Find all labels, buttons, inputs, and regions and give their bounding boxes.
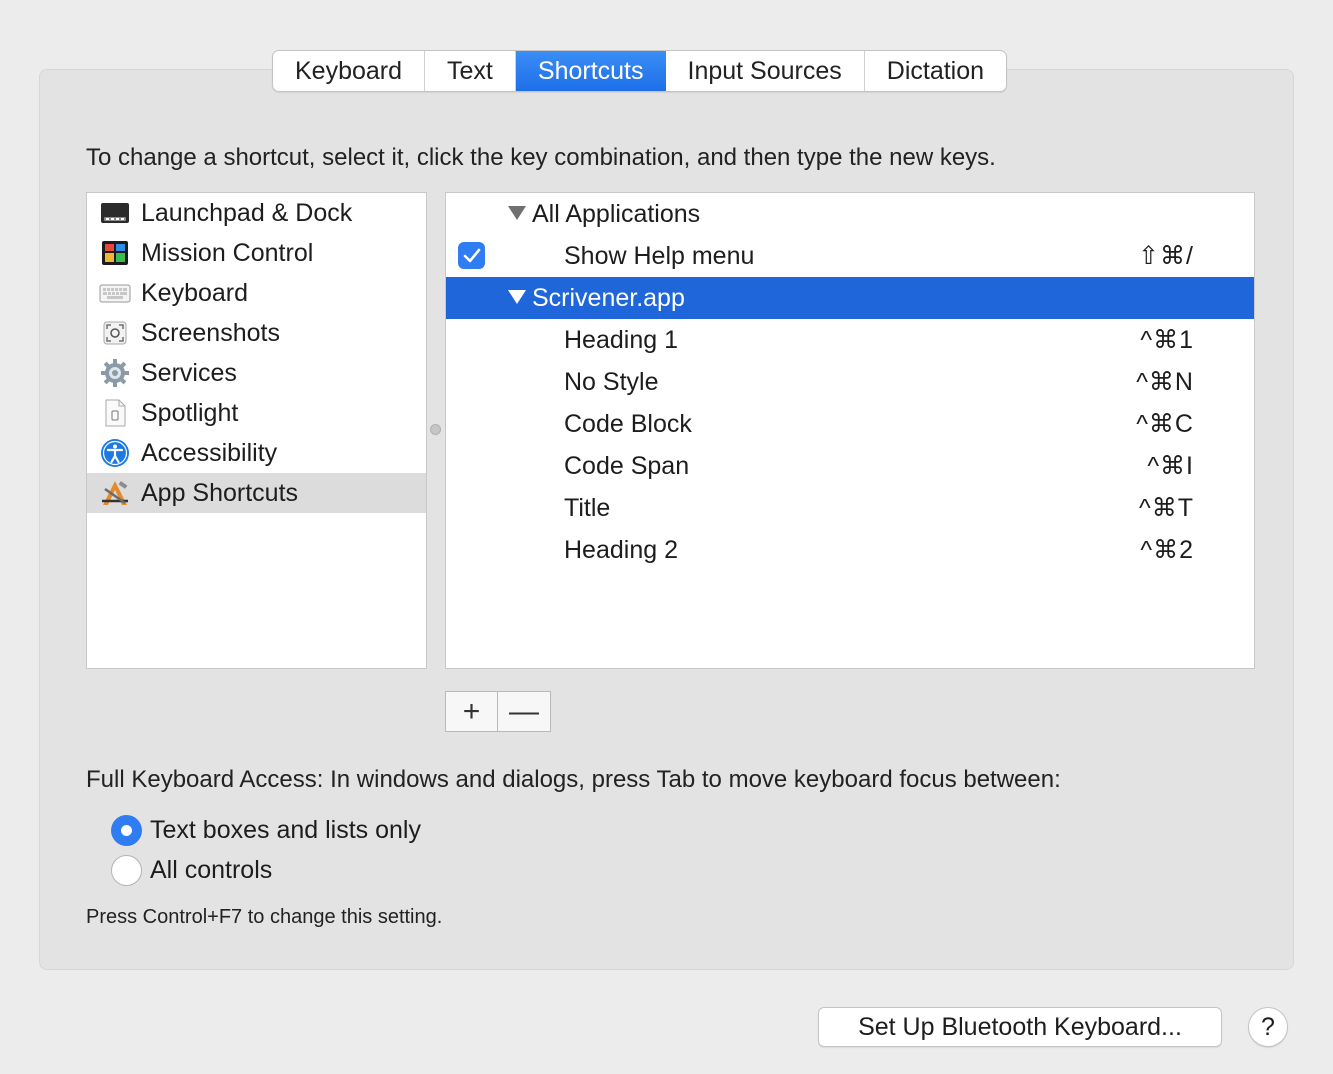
- shortcut-name: Heading 1: [564, 325, 678, 354]
- shortcut-row[interactable]: Heading 1 ^⌘1: [446, 319, 1254, 361]
- category-label: Keyboard: [141, 278, 249, 307]
- category-item-spotlight[interactable]: Spotlight: [87, 393, 426, 433]
- shortcut-row[interactable]: Code Span ^⌘I: [446, 445, 1254, 487]
- add-shortcut-button[interactable]: +: [446, 692, 498, 731]
- group-row-all-applications[interactable]: All Applications: [446, 193, 1254, 235]
- shortcut-keys[interactable]: ^⌘I: [1147, 451, 1194, 481]
- shortcut-name: Code Span: [564, 451, 690, 480]
- shortcut-name: Code Block: [564, 409, 692, 438]
- shortcut-name: No Style: [564, 367, 659, 396]
- tab-keyboard[interactable]: Keyboard: [273, 51, 426, 91]
- gear-icon: [99, 359, 131, 387]
- shortcut-row[interactable]: Title ^⌘T: [446, 487, 1254, 529]
- category-item-accessibility[interactable]: Accessibility: [87, 433, 426, 473]
- tab-dictation[interactable]: Dictation: [865, 51, 1006, 91]
- category-label: Launchpad & Dock: [141, 198, 353, 227]
- radio-label: All controls: [150, 856, 273, 884]
- shortcut-keys[interactable]: ^⌘1: [1140, 325, 1194, 355]
- category-label: Mission Control: [141, 238, 314, 267]
- shortcuts-list[interactable]: All Applications Show Help menu ⇧⌘/ Scri…: [445, 192, 1255, 669]
- disclosure-triangle-icon[interactable]: [508, 290, 526, 304]
- accessibility-icon: [99, 439, 131, 467]
- category-item-services[interactable]: Services: [87, 353, 426, 393]
- category-label: App Shortcuts: [141, 478, 299, 507]
- group-row-scrivener[interactable]: Scrivener.app: [446, 277, 1254, 319]
- radio-option-all-controls[interactable]: All controls: [111, 855, 272, 886]
- tab-text[interactable]: Text: [425, 51, 516, 91]
- help-button[interactable]: ?: [1248, 1007, 1288, 1047]
- remove-shortcut-button[interactable]: —: [498, 692, 550, 731]
- category-label: Spotlight: [141, 398, 239, 427]
- tab-shortcuts[interactable]: Shortcuts: [515, 51, 666, 91]
- setup-bluetooth-keyboard-button[interactable]: Set Up Bluetooth Keyboard...: [818, 1007, 1222, 1047]
- tab-input-sources[interactable]: Input Sources: [666, 51, 865, 91]
- category-list[interactable]: Launchpad & Dock Mission Control Keyboar…: [86, 192, 427, 669]
- group-label: Scrivener.app: [532, 283, 685, 312]
- category-item-app-shortcuts[interactable]: App Shortcuts: [87, 473, 426, 513]
- category-label: Screenshots: [141, 318, 280, 347]
- tab-bar: Keyboard Text Shortcuts Input Sources Di…: [272, 50, 1008, 92]
- mission-control-icon: [99, 239, 131, 267]
- category-label: Services: [141, 358, 237, 387]
- instruction-text: To change a shortcut, select it, click t…: [86, 144, 996, 171]
- shortcut-name: Show Help menu: [564, 241, 755, 270]
- radio-button[interactable]: [111, 855, 142, 886]
- disclosure-triangle-icon[interactable]: [508, 206, 526, 220]
- launchpad-dock-icon: [99, 199, 131, 227]
- category-item-mission-control[interactable]: Mission Control: [87, 233, 426, 273]
- split-view-divider-handle[interactable]: [430, 424, 441, 435]
- shortcut-name: Title: [564, 493, 611, 522]
- shortcut-row[interactable]: Code Block ^⌘C: [446, 403, 1254, 445]
- full-keyboard-access-label: Full Keyboard Access: In windows and dia…: [86, 766, 1061, 793]
- shortcut-row-show-help-menu[interactable]: Show Help menu ⇧⌘/: [446, 235, 1254, 277]
- radio-label: Text boxes and lists only: [150, 816, 421, 844]
- app-shortcuts-icon: [99, 479, 131, 507]
- spotlight-icon: [99, 399, 131, 427]
- add-remove-control: + —: [445, 691, 551, 732]
- category-item-keyboard[interactable]: Keyboard: [87, 273, 426, 313]
- group-label: All Applications: [532, 199, 701, 228]
- shortcut-row[interactable]: No Style ^⌘N: [446, 361, 1254, 403]
- enabled-checkbox[interactable]: [458, 242, 485, 269]
- screenshot-icon: [99, 319, 131, 347]
- control-f7-note: Press Control+F7 to change this setting.: [86, 906, 443, 928]
- shortcut-keys[interactable]: ^⌘T: [1139, 493, 1194, 523]
- shortcut-keys[interactable]: ^⌘N: [1136, 367, 1194, 397]
- radio-option-text-boxes[interactable]: Text boxes and lists only: [111, 815, 421, 846]
- shortcut-row[interactable]: Heading 2 ^⌘2: [446, 529, 1254, 571]
- keyboard-icon: [99, 279, 131, 307]
- shortcut-name: Heading 2: [564, 535, 678, 564]
- shortcut-keys[interactable]: ^⌘C: [1136, 409, 1194, 439]
- shortcut-keys[interactable]: ⇧⌘/: [1138, 241, 1194, 271]
- category-item-screenshots[interactable]: Screenshots: [87, 313, 426, 353]
- checkmark-icon: [463, 248, 480, 262]
- shortcut-keys[interactable]: ^⌘2: [1140, 535, 1194, 565]
- category-label: Accessibility: [141, 438, 278, 467]
- radio-button-selected[interactable]: [111, 815, 142, 846]
- category-item-launchpad-dock[interactable]: Launchpad & Dock: [87, 193, 426, 233]
